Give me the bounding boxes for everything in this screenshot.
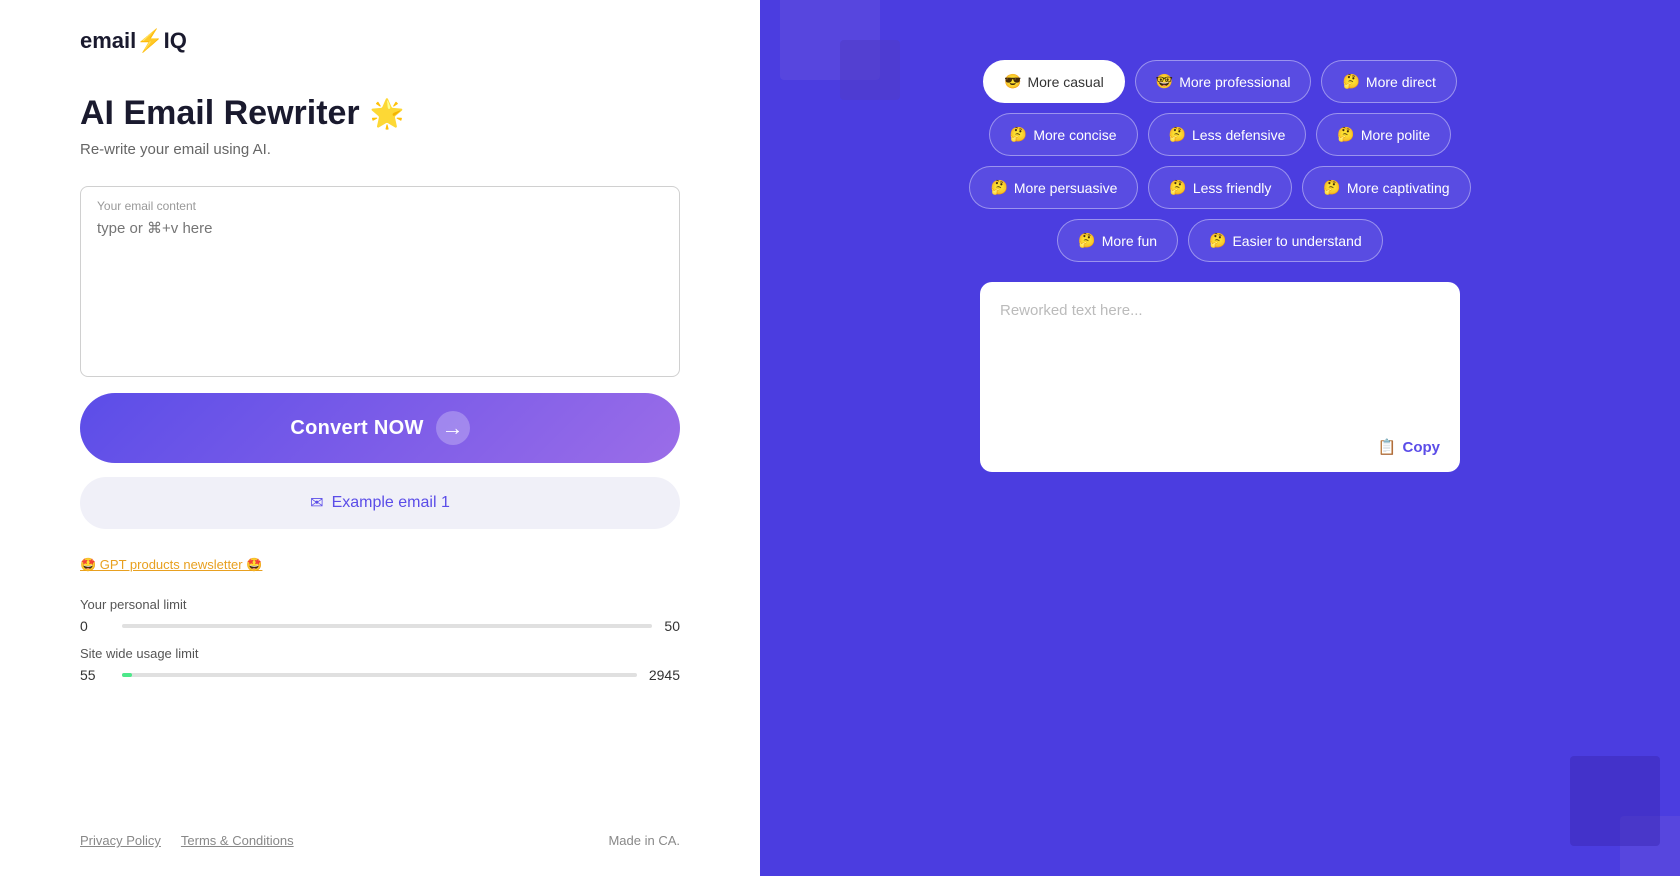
- email-input-label: Your email content: [97, 199, 663, 213]
- personal-limit-section: Your personal limit 0 50: [80, 597, 680, 634]
- site-limit-fill: [122, 673, 132, 677]
- tone-less-defensive[interactable]: 🤔 Less defensive: [1148, 113, 1307, 156]
- page-subtitle: Re-write your email using AI.: [80, 141, 680, 158]
- friendly-emoji: 🤔: [1169, 179, 1186, 196]
- deco-square-4: [1570, 756, 1660, 846]
- defensive-emoji: 🤔: [1169, 126, 1186, 143]
- page-title: AI Email Rewriter 🌟: [80, 94, 680, 133]
- persuasive-emoji: 🤔: [990, 179, 1007, 196]
- copy-button[interactable]: 📋 Copy: [1378, 438, 1440, 456]
- tone-more-casual[interactable]: 😎 More casual: [983, 60, 1125, 103]
- personal-limit-max: 50: [664, 618, 680, 634]
- tone-buttons-grid: 😎 More casual 🤓 More professional 🤔 More…: [980, 60, 1460, 262]
- star-icon: 🌟: [370, 97, 405, 130]
- logo-iq: IQ: [164, 28, 187, 54]
- concise-emoji: 🤔: [1010, 126, 1027, 143]
- tone-more-persuasive[interactable]: 🤔 More persuasive: [969, 166, 1138, 209]
- output-text: Reworked text here...: [1000, 302, 1440, 426]
- footer-links: Privacy Policy Terms & Conditions: [80, 833, 294, 848]
- personal-limit-bar: 0 50: [80, 618, 680, 634]
- footer: Privacy Policy Terms & Conditions Made i…: [80, 833, 680, 848]
- site-limit-bar: 55 2945: [80, 667, 680, 683]
- left-panel: email⚡IQ AI Email Rewriter 🌟 Re-write yo…: [0, 0, 760, 876]
- tone-row-1: 😎 More casual 🤓 More professional 🤔 More…: [980, 60, 1460, 103]
- output-container: Reworked text here... 📋 Copy: [980, 282, 1460, 472]
- site-limit-current: 55: [80, 667, 110, 683]
- personal-limit-track: [122, 624, 652, 628]
- output-footer: 📋 Copy: [1000, 438, 1440, 456]
- personal-limit-label: Your personal limit: [80, 597, 680, 612]
- tone-more-concise[interactable]: 🤔 More concise: [989, 113, 1138, 156]
- understand-emoji: 🤔: [1209, 232, 1226, 249]
- site-limit-section: Site wide usage limit 55 2945: [80, 646, 680, 683]
- arrow-icon: →: [436, 411, 470, 445]
- tone-more-polite[interactable]: 🤔 More polite: [1316, 113, 1451, 156]
- email-textarea[interactable]: [97, 219, 663, 359]
- envelope-icon: ✉: [310, 493, 323, 513]
- casual-emoji: 😎: [1004, 73, 1021, 90]
- made-in: Made in CA.: [608, 833, 680, 848]
- personal-limit-current: 0: [80, 618, 110, 634]
- logo: email⚡IQ: [80, 28, 680, 54]
- tone-less-friendly[interactable]: 🤔 Less friendly: [1148, 166, 1292, 209]
- tone-more-direct[interactable]: 🤔 More direct: [1321, 60, 1456, 103]
- copy-icon: 📋: [1378, 438, 1397, 456]
- tone-row-3: 🤔 More persuasive 🤔 Less friendly 🤔 More…: [980, 166, 1460, 209]
- polite-emoji: 🤔: [1337, 126, 1354, 143]
- logo-prefix: email: [80, 28, 136, 54]
- site-limit-track: [122, 673, 637, 677]
- right-panel: 😎 More casual 🤓 More professional 🤔 More…: [760, 0, 1680, 876]
- fun-emoji: 🤔: [1078, 232, 1095, 249]
- tone-more-captivating[interactable]: 🤔 More captivating: [1302, 166, 1470, 209]
- email-input-container: Your email content: [80, 186, 680, 377]
- professional-emoji: 🤓: [1156, 73, 1173, 90]
- site-limit-label: Site wide usage limit: [80, 646, 680, 661]
- deco-square-2: [840, 40, 900, 100]
- captivating-emoji: 🤔: [1323, 179, 1340, 196]
- terms-link[interactable]: Terms & Conditions: [181, 833, 294, 848]
- tone-row-4: 🤔 More fun 🤔 Easier to understand: [980, 219, 1460, 262]
- direct-emoji: 🤔: [1342, 73, 1359, 90]
- tone-more-professional[interactable]: 🤓 More professional: [1135, 60, 1312, 103]
- tone-row-2: 🤔 More concise 🤔 Less defensive 🤔 More p…: [980, 113, 1460, 156]
- privacy-policy-link[interactable]: Privacy Policy: [80, 833, 161, 848]
- logo-bolt: ⚡: [136, 28, 163, 54]
- example-email-button[interactable]: ✉ Example email 1: [80, 477, 680, 529]
- tone-easier-understand[interactable]: 🤔 Easier to understand: [1188, 219, 1383, 262]
- tone-more-fun[interactable]: 🤔 More fun: [1057, 219, 1178, 262]
- newsletter-link[interactable]: 🤩 GPT products newsletter 🤩: [80, 557, 680, 573]
- convert-button[interactable]: Convert NOW →: [80, 393, 680, 463]
- site-limit-max: 2945: [649, 667, 680, 683]
